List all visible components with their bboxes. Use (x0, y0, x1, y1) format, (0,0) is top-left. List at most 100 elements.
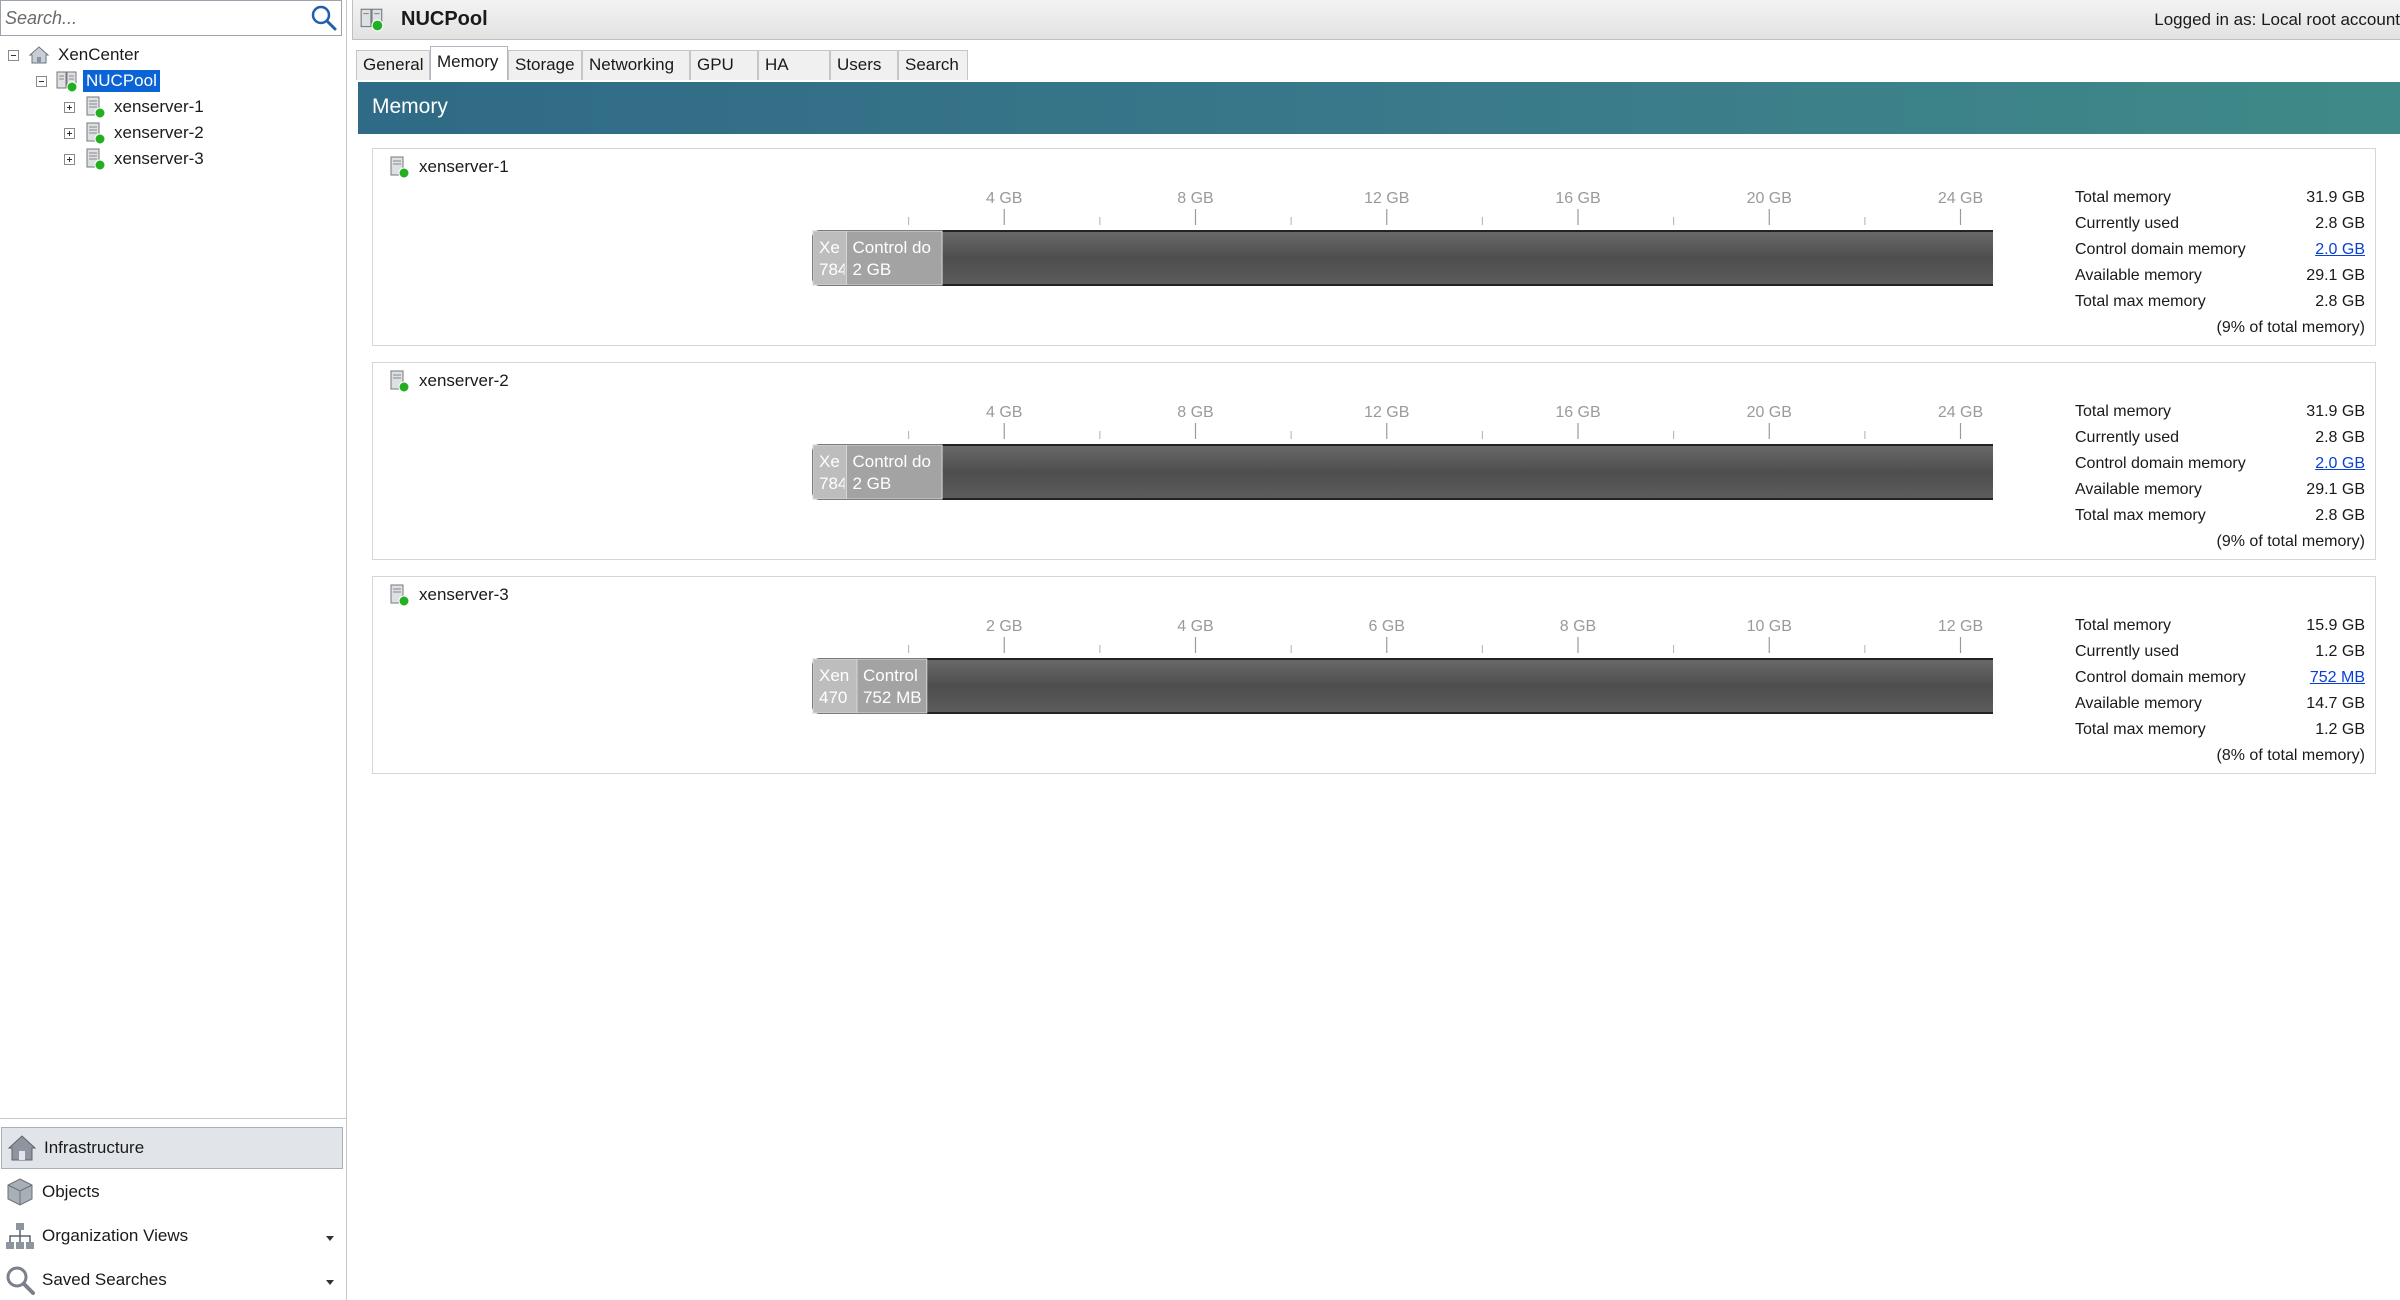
stat-row: Total memory 31.9 GB (2075, 403, 2365, 429)
stat-label: Available memory (2075, 695, 2202, 712)
stat-value: 31.9 GB (2306, 403, 2365, 420)
navigation-views: Infrastructure Objects Organization View… (0, 1118, 346, 1295)
stat-label: Available memory (2075, 267, 2202, 284)
search-box (0, 0, 342, 36)
memory-free-bar (812, 444, 1993, 500)
host-memory-panel: xenserver-2 4 GB 8 GB 12 GB 16 GB 20 GB 24 GB… (372, 362, 2376, 560)
axis-tick-label: 24 GB (1938, 404, 1983, 421)
pool-icon (360, 8, 384, 32)
axis-tick-label: 12 GB (1364, 190, 1409, 207)
tab-general[interactable]: General (356, 50, 430, 80)
magnifier-icon (6, 1266, 35, 1295)
app-window: XenCenter NUCPool (0, 0, 2400, 1300)
hierarchy-icon (6, 1223, 34, 1249)
page-title: NUCPool (401, 8, 488, 30)
axis-tick-label: 12 GB (1938, 618, 1983, 635)
stat-value: 29.1 GB (2306, 481, 2365, 498)
axis-tick-label: 16 GB (1555, 404, 1600, 421)
stat-value: 2.8 GB (2315, 215, 2365, 232)
segment-label: Xe (819, 238, 840, 257)
axis-tick-label: 4 GB (1177, 618, 1213, 635)
content-pane: NUCPool Logged in as: Local root account… (352, 0, 2400, 1300)
stat-label: Total memory (2075, 403, 2172, 420)
dropdown-arrow-icon[interactable] (326, 1236, 334, 1241)
server-icon (86, 148, 106, 171)
tab-users[interactable]: Users (830, 50, 898, 80)
stat-label: Currently used (2075, 643, 2180, 660)
tree-node-host[interactable]: xenserver-2 (64, 121, 207, 145)
stat-label: Control domain memory (2075, 241, 2246, 258)
stat-row: Control domain memory 752 MB (2075, 669, 2365, 695)
control-domain-memory-link[interactable]: 752 MB (2310, 669, 2365, 687)
nav-organization-views[interactable]: Organization Views (0, 1215, 344, 1257)
tab-search[interactable]: Search (898, 50, 968, 80)
axis-tick-label: 8 GB (1177, 404, 1213, 421)
banner-title: Memory (372, 95, 448, 118)
stat-row: Total max memory 1.2 GB (2075, 721, 2365, 747)
home-icon (28, 46, 50, 64)
tab-memory[interactable]: Memory (430, 46, 508, 80)
nav-objects[interactable]: Objects (0, 1171, 344, 1213)
tab-strip: General Memory Storage Networking GPU HA… (352, 46, 2400, 80)
tree-label: xenserver-1 (114, 97, 204, 116)
segment-label: Control do (852, 452, 930, 471)
expand-toggle[interactable] (64, 127, 75, 139)
stat-row: Total max memory 2.8 GB (2075, 507, 2365, 533)
stat-row: Control domain memory 2.0 GB (2075, 455, 2365, 481)
memory-free-bar (812, 230, 1993, 286)
stat-label: Currently used (2075, 215, 2180, 232)
navigation-pane: XenCenter NUCPool (0, 0, 347, 1300)
control-domain-memory-link[interactable]: 2.0 GB (2315, 241, 2365, 259)
search-icon (311, 5, 337, 31)
server-icon (86, 122, 106, 145)
stat-row: Control domain memory 2.0 GB (2075, 241, 2365, 267)
stat-row: Total memory 31.9 GB (2075, 189, 2365, 215)
stat-value: 2.8 GB (2315, 429, 2365, 446)
nav-label: Organization Views (42, 1226, 189, 1245)
collapse-toggle[interactable] (8, 49, 19, 61)
segment-value: 752 MB (863, 688, 922, 707)
expand-toggle[interactable] (64, 153, 75, 165)
axis-ticks: 4 GB8 GB12 GB16 GB20 GB24 GB28 GB (908, 404, 1983, 439)
tree-node-host[interactable]: xenserver-1 (64, 95, 207, 119)
nav-saved-searches[interactable]: Saved Searches (0, 1259, 344, 1300)
tree-label: xenserver-2 (114, 123, 204, 142)
stat-value: 1.2 GB (2315, 643, 2365, 660)
memory-bar-chart: 4 GB8 GB12 GB16 GB20 GB24 GB28 GBXe784Co… (812, 404, 1993, 500)
segment-label: Control (863, 666, 918, 685)
tab-networking[interactable]: Networking (582, 50, 690, 80)
tab-storage[interactable]: Storage (508, 50, 582, 80)
tree-node-xencenter[interactable]: XenCenter (8, 43, 142, 67)
search-button[interactable] (309, 4, 339, 32)
axis-tick-label: 10 GB (1747, 618, 1792, 635)
axis-tick-label: 20 GB (1747, 190, 1792, 207)
memory-percentage-note: (9% of total memory) (2216, 319, 2365, 336)
host-memory-panel: xenserver-1 4 GB 8 GB 12 GB 16 GB 20 GB 24 GB… (372, 148, 2376, 346)
tree-node-pool[interactable]: NUCPool (36, 69, 161, 93)
axis-tick-label: 24 GB (1938, 190, 1983, 207)
axis-tick-label: 6 GB (1369, 618, 1405, 635)
stat-label: Control domain memory (2075, 669, 2246, 686)
nav-infrastructure[interactable]: Infrastructure (1, 1127, 343, 1169)
stat-label: Total max memory (2075, 507, 2206, 524)
segment-value: 784 (819, 474, 847, 493)
expand-toggle[interactable] (64, 101, 75, 113)
tree-label-selected: NUCPool (82, 69, 161, 93)
tree-node-host[interactable]: xenserver-3 (64, 147, 207, 171)
tab-ha[interactable]: HA (758, 50, 830, 80)
login-status: Logged in as: Local root account (2154, 10, 2400, 29)
axis-tick-label: 4 GB (986, 190, 1022, 207)
stat-row: Available memory 29.1 GB (2075, 267, 2365, 293)
collapse-toggle[interactable] (36, 75, 47, 87)
stat-row: (8% of total memory) (2075, 747, 2365, 773)
stat-value: 15.9 GB (2306, 617, 2365, 634)
control-domain-memory-link[interactable]: 2.0 GB (2315, 455, 2365, 473)
segment-value: 2 GB (852, 260, 891, 279)
search-input[interactable] (3, 3, 307, 33)
stat-value: 2.8 GB (2315, 293, 2365, 310)
nav-label: Infrastructure (44, 1138, 145, 1157)
tab-gpu[interactable]: GPU (690, 50, 758, 80)
stat-label: Total max memory (2075, 721, 2206, 738)
memory-percentage-note: (8% of total memory) (2216, 747, 2365, 764)
dropdown-arrow-icon[interactable] (326, 1280, 334, 1285)
